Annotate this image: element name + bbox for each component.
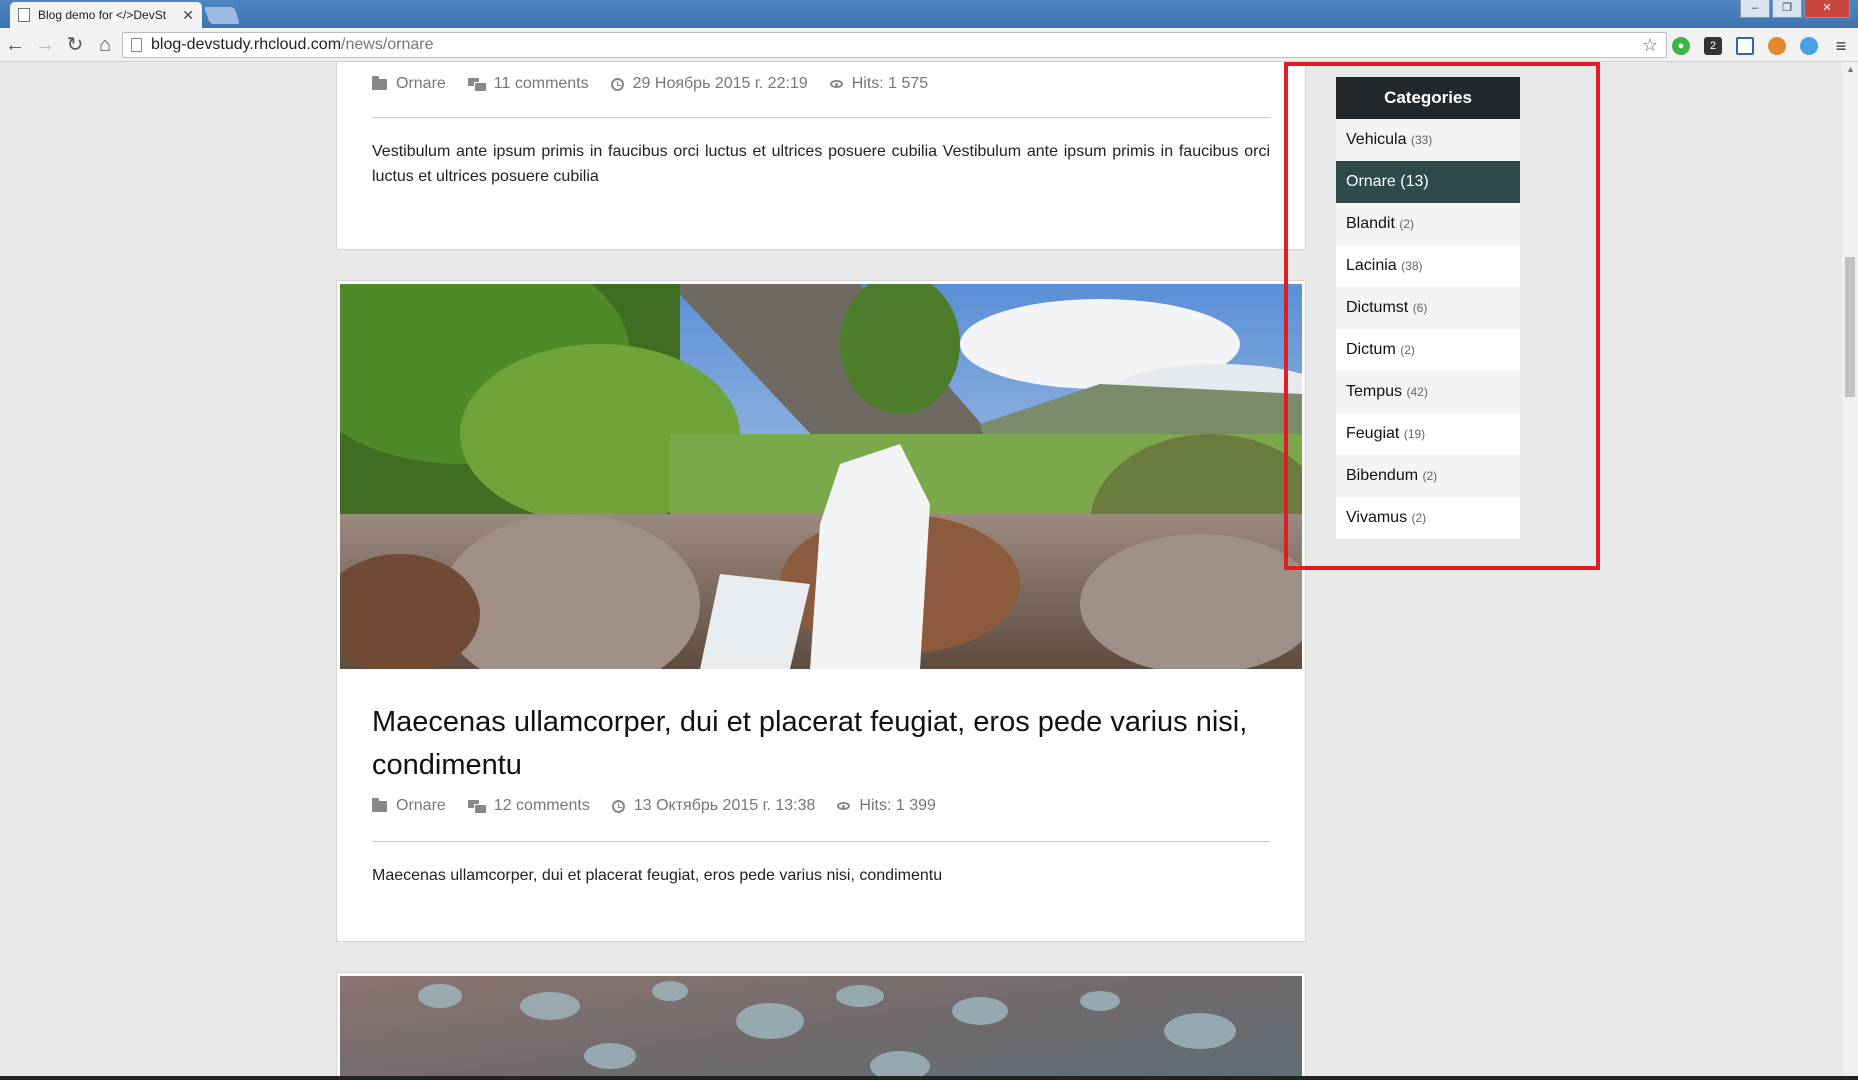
- post-hits: Hits: 1 575: [829, 75, 929, 93]
- comments-icon: [467, 78, 487, 92]
- comments-link[interactable]: 11 comments: [494, 75, 589, 93]
- divider: [372, 841, 1270, 842]
- post-image-waterfall[interactable]: [340, 284, 1302, 669]
- reload-button[interactable]: ↻: [60, 30, 90, 60]
- folder-icon: [372, 75, 387, 90]
- clock-icon: [610, 77, 624, 91]
- post-meta: Ornare 11 comments 29 Ноябрь 2015 г. 22:…: [372, 75, 950, 93]
- extension-blue-icon[interactable]: [1800, 37, 1818, 55]
- browser-toolbar: ← → ↻ ⌂ blog-devstudy.rhcloud.com/news/o…: [0, 28, 1858, 62]
- post-comments[interactable]: 12 comments: [467, 797, 590, 815]
- tab-close-icon[interactable]: ✕: [182, 7, 194, 24]
- home-button[interactable]: ⌂: [90, 30, 120, 60]
- hits-text: Hits: 1 575: [851, 75, 929, 92]
- post-title[interactable]: Maecenas ullamcorper, dui et placerat fe…: [372, 701, 1272, 787]
- post-card: [336, 972, 1306, 1078]
- post-excerpt: Maecenas ullamcorper, dui et placerat fe…: [372, 867, 943, 884]
- post-hits: Hits: 1 399: [837, 797, 936, 815]
- extension-orange-icon[interactable]: [1768, 37, 1786, 55]
- divider: [372, 117, 1270, 118]
- post-category[interactable]: Ornare: [372, 75, 446, 93]
- window-bottom-edge: [0, 1076, 1858, 1080]
- scrollbar-thumb[interactable]: [1845, 257, 1855, 397]
- forward-button[interactable]: →: [30, 30, 60, 60]
- tab-title: Blog demo for </>DevSt: [38, 8, 167, 22]
- post-comments[interactable]: 11 comments: [467, 75, 589, 93]
- eye-icon: [829, 80, 843, 88]
- comments-link[interactable]: 12 comments: [494, 797, 590, 815]
- home-icon: ⌂: [98, 33, 112, 56]
- restore-window-button[interactable]: ❐: [1772, 0, 1802, 18]
- arrow-right-icon: →: [35, 33, 55, 56]
- post-date: 29 Ноябрь 2015 г. 22:19: [610, 75, 808, 93]
- clock-icon: [611, 799, 625, 813]
- post-card: Maecenas ullamcorper, dui et placerat fe…: [336, 280, 1306, 942]
- post-card: Ornare 11 comments 29 Ноябрь 2015 г. 22:…: [336, 62, 1306, 250]
- reload-icon: ↻: [66, 33, 84, 56]
- minimize-window-button[interactable]: –: [1740, 0, 1770, 18]
- new-tab-button[interactable]: [203, 7, 241, 24]
- page-icon: [131, 38, 142, 52]
- hits-text: Hits: 1 399: [859, 797, 936, 814]
- extension-screen-icon[interactable]: [1736, 37, 1754, 55]
- address-bar[interactable]: blog-devstudy.rhcloud.com/news/ornare ☆: [122, 32, 1667, 58]
- window-controls: – ❐ ✕: [1740, 0, 1850, 18]
- page-viewport: Ornare 11 comments 29 Ноябрь 2015 г. 22:…: [0, 62, 1858, 1078]
- category-link[interactable]: Ornare: [396, 75, 446, 93]
- browser-tab[interactable]: Blog demo for </>DevSt ✕: [10, 2, 202, 28]
- comments-icon: [467, 800, 487, 814]
- category-link[interactable]: Ornare: [396, 797, 446, 815]
- extension-badge-count: 2: [1709, 40, 1717, 52]
- post-date: 13 Октябрь 2015 г. 13:38: [611, 797, 816, 815]
- post-excerpt: Vestibulum ante ipsum primis in faucibus…: [372, 143, 1270, 185]
- post-meta: Ornare 12 comments 13 Октябрь 2015 г. 13…: [372, 797, 958, 815]
- highlight-box: [1284, 62, 1600, 570]
- vertical-scrollbar[interactable]: ▲: [1842, 62, 1858, 1078]
- url-path: /news/ornare: [341, 36, 434, 53]
- arrow-left-icon: ←: [5, 33, 25, 56]
- eye-icon: [837, 802, 851, 810]
- url-host: blog-devstudy.rhcloud.com: [151, 36, 342, 53]
- hamburger-menu-icon[interactable]: ≡: [1832, 37, 1850, 55]
- star-icon[interactable]: ☆: [1642, 33, 1658, 57]
- folder-icon: [372, 797, 387, 812]
- post-category[interactable]: Ornare: [372, 797, 446, 815]
- date-text: 29 Ноябрь 2015 г. 22:19: [632, 75, 808, 92]
- scroll-up-icon[interactable]: ▲: [1846, 64, 1855, 74]
- post-image-droplets[interactable]: [340, 976, 1302, 1078]
- page-icon: [18, 8, 30, 22]
- back-button[interactable]: ←: [0, 30, 30, 60]
- close-window-button[interactable]: ✕: [1804, 0, 1850, 18]
- extension-badge-icon[interactable]: 2: [1704, 37, 1722, 55]
- date-text: 13 Октябрь 2015 г. 13:38: [633, 797, 816, 814]
- extension-green-icon[interactable]: ●: [1672, 37, 1690, 55]
- browser-tab-bar: Blog demo for </>DevSt ✕ – ❐ ✕: [0, 0, 1858, 28]
